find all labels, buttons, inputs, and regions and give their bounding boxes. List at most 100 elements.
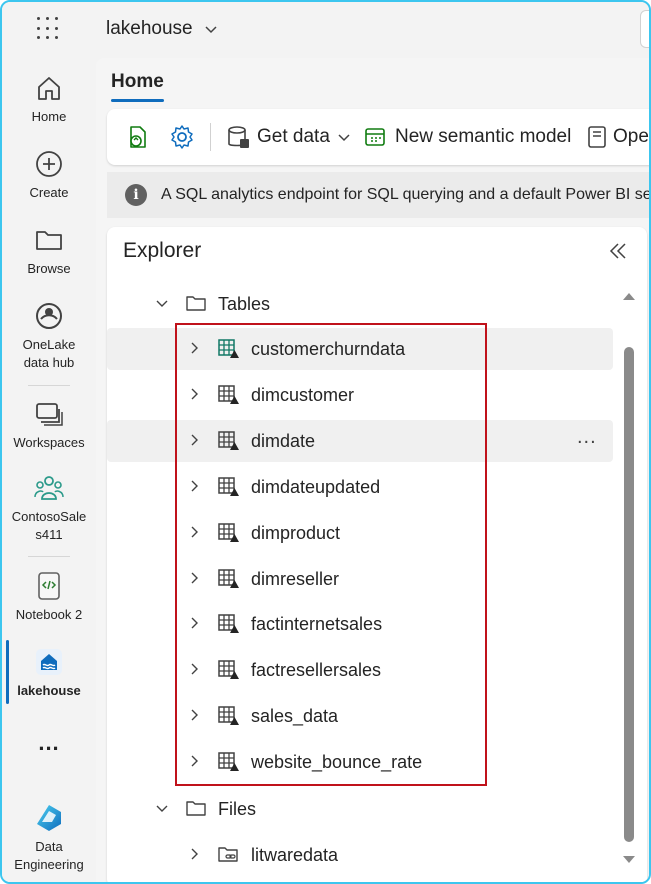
tree-table-item[interactable]: dimdate... [107,419,613,462]
rail-label-line1: Data [35,839,63,854]
chevron-right-icon[interactable] [187,387,201,401]
ribbon-toolbar: Get data New semantic model Ope [107,109,649,165]
scroll-down-icon[interactable] [622,854,636,866]
chevron-right-icon[interactable] [187,341,201,355]
collapse-pane-icon[interactable] [608,241,628,261]
tree-table-item[interactable]: website_bounce_rate [107,741,613,783]
table-name: sales_data [251,706,339,727]
rail-item-notebook[interactable]: Notebook 2 [2,570,96,624]
chevron-down-icon[interactable] [203,21,219,37]
more-icon: ... [38,730,60,755]
table-icon [218,706,239,726]
rail-item-home[interactable]: Home [2,72,96,126]
tree-table-item[interactable]: dimcustomer [107,374,613,416]
workspace-people-icon [34,476,64,500]
rail-item-workspace-contososales[interactable]: ContosoSale s411 [2,472,96,544]
explorer-title: Explorer [123,239,202,262]
refresh-button[interactable] [125,109,151,165]
rail-label: Notebook 2 [15,607,83,622]
explorer-pane: Explorer Tables customerchurndata dimcusto… [107,227,647,882]
file-name: litwaredata [251,845,339,865]
chevron-right-icon[interactable] [187,433,201,447]
rail-item-browse[interactable]: Browse [2,224,96,278]
rail-label-line2: s411 [35,527,63,542]
tree-table-item[interactable]: dimproduct [107,512,613,554]
scroll-up-icon[interactable] [622,290,636,302]
folder-icon [36,231,62,250]
chevron-down-icon[interactable] [155,296,169,310]
top-right-control[interactable] [640,10,649,48]
table-icon [218,660,239,680]
tree-table-item[interactable]: dimdateupdated [107,466,613,508]
chevron-right-icon[interactable] [187,662,201,676]
tree-folder-tables[interactable]: Tables [107,283,613,325]
chevron-right-icon[interactable] [187,479,201,493]
chevron-right-icon[interactable] [187,616,201,630]
table-icon [218,752,239,772]
rail-label: Browse [27,261,71,276]
gear-icon [171,125,193,149]
table-name: factresellersales [251,660,382,681]
app-launcher-icon[interactable] [37,17,61,41]
tree-file-item[interactable]: litwaredata [107,834,613,876]
scroll-thumb[interactable] [624,347,634,842]
shortcut-folder-icon [218,847,238,862]
table-icon [218,385,239,404]
info-message-bar: i A SQL analytics endpoint for SQL query… [107,172,651,218]
ribbon-divider [210,123,211,151]
folder-label: Files [218,799,257,819]
more-options-icon[interactable]: ... [577,426,597,449]
rail-more-button[interactable]: ... [2,732,96,754]
tree-folder-files[interactable]: Files [107,788,613,830]
rail-label-line2: data hub [23,355,75,370]
database-icon [228,126,249,148]
table-name: factinternetsales [251,614,383,635]
explorer-scrollbar[interactable] [622,282,636,872]
info-message-text: A SQL analytics endpoint for SQL queryin… [161,186,651,203]
get-data-button[interactable]: Get data [227,109,352,165]
table-icon [218,568,239,588]
home-icon [38,77,60,100]
tree-table-item[interactable]: sales_data [107,695,613,737]
notebook-icon [588,126,606,148]
chevron-right-icon[interactable] [187,847,201,861]
tree-table-item[interactable]: factinternetsales [107,603,613,645]
rail-item-create[interactable]: Create [2,148,96,202]
rail-item-data-engineering[interactable]: Data Engineering [2,802,96,874]
new-semantic-model-button[interactable]: New semantic model [363,109,571,165]
chevron-right-icon[interactable] [187,571,201,585]
chevron-right-icon[interactable] [187,525,201,539]
chevron-right-icon[interactable] [187,754,201,768]
info-icon: i [125,184,147,206]
semantic-model-icon [365,128,385,146]
settings-button[interactable] [169,109,195,165]
tab-home[interactable]: Home [111,71,164,93]
table-name: dimdateupdated [251,476,381,497]
folder-icon [186,296,206,311]
rail-label: lakehouse [17,683,81,698]
table-name: dimreseller [251,568,340,589]
onelake-icon [36,303,62,329]
tab-home-underline [111,99,164,102]
refresh-file-icon [130,126,146,148]
rail-item-onelake[interactable]: OneLake data hub [2,300,96,372]
open-notebook-button[interactable]: Ope [587,109,649,165]
chevron-down-icon[interactable] [155,801,169,815]
main-content: Home Get data New semantic model Ope i A… [96,58,651,882]
tree-table-item[interactable]: factresellersales [107,649,613,691]
rail-item-workspaces[interactable]: Workspaces [2,398,96,452]
chevron-right-icon[interactable] [187,708,201,722]
rail-item-lakehouse[interactable]: lakehouse [2,646,96,700]
new-semantic-model-label: New semantic model [395,126,572,147]
folder-label: Tables [218,294,271,314]
tree-table-item[interactable]: dimreseller [107,558,613,600]
chevron-down-icon [338,134,350,142]
rail-label-line2: Engineering [14,857,84,872]
rail-label: Create [29,185,69,200]
tree-table-item[interactable]: customerchurndata [107,328,613,370]
table-name: customerchurndata [251,339,406,359]
item-title[interactable]: lakehouse [106,18,193,40]
table-name: dimdate [251,430,316,451]
top-bar: lakehouse [2,2,649,58]
app-window: lakehouse Home Create Browse OneLake dat… [0,0,651,884]
